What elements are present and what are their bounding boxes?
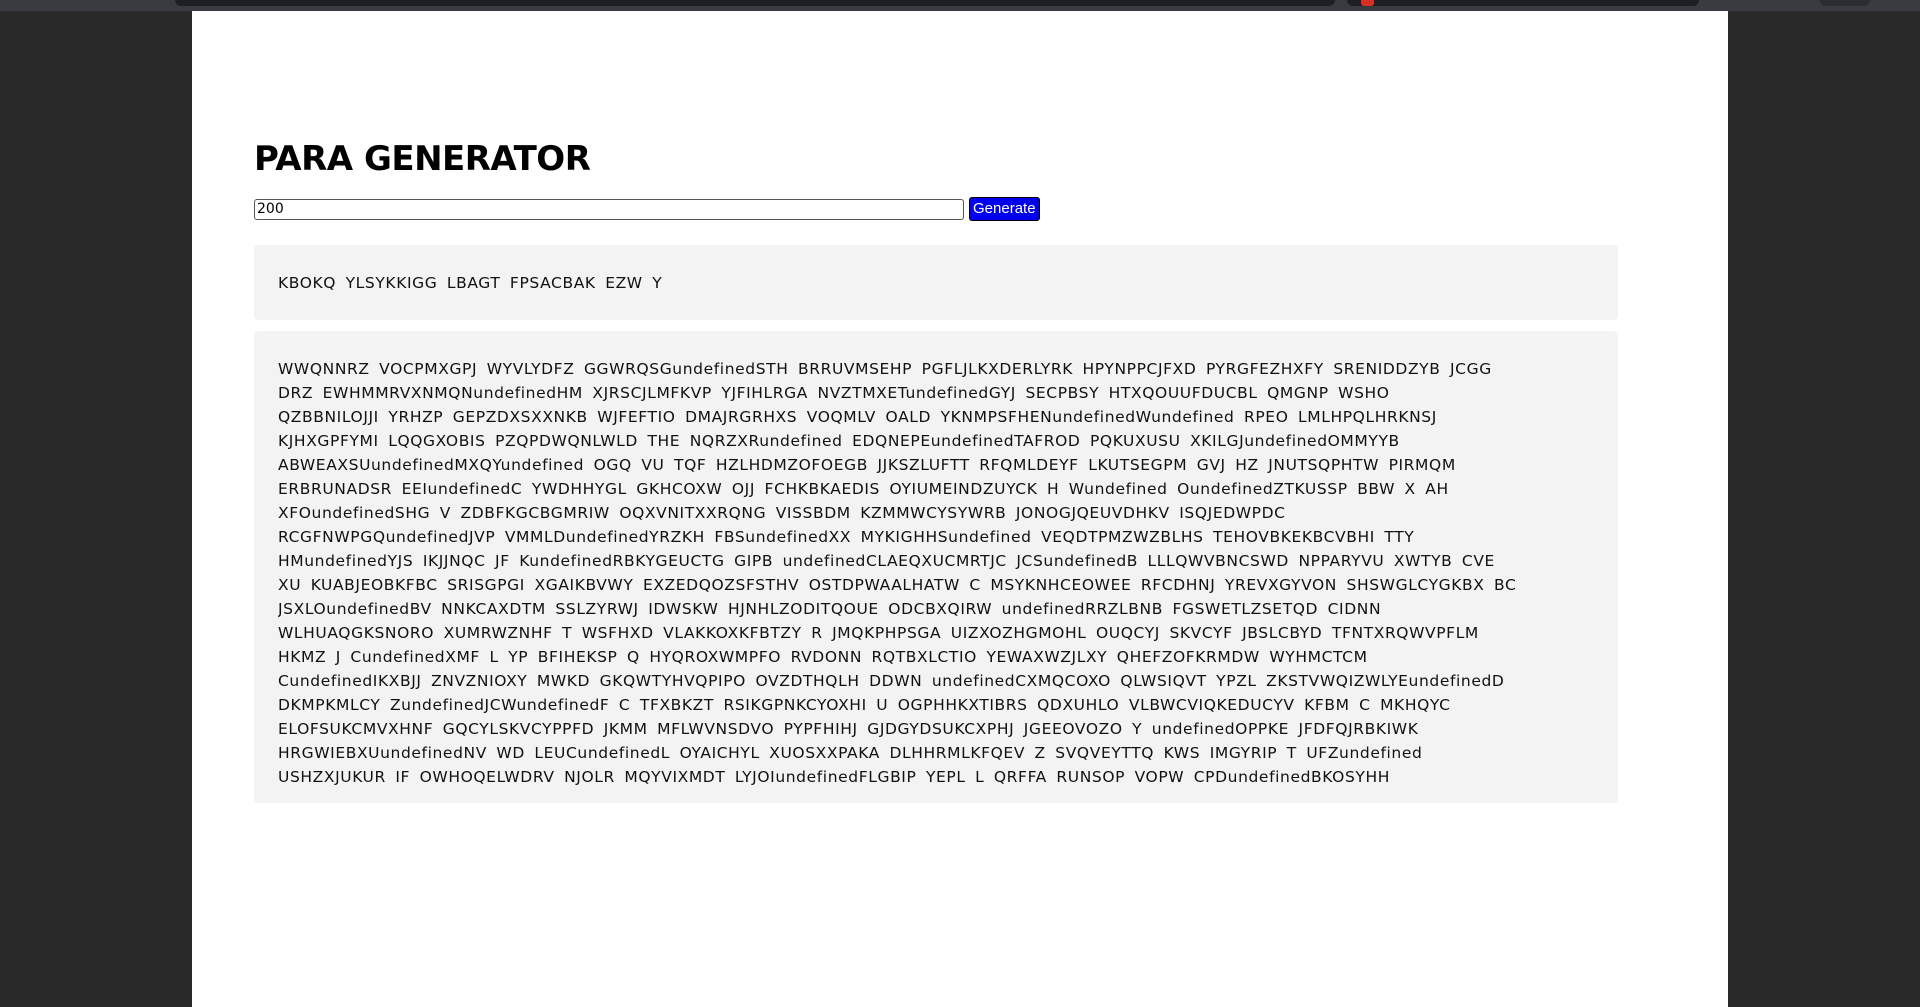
paragraph-line: KBOKQ YLSYKKIGG LBAGT FPSACBAK EZW Y — [278, 274, 663, 292]
paragraph-line: HRGWIEBXUundefinedNV WD LEUCundefinedL O… — [278, 744, 1423, 762]
paragraph-line: QZBBNILOJJI YRHZP GEPZDXSXXNKB WJFEFTIO … — [278, 408, 1437, 426]
browser-tab[interactable] — [1347, 0, 1699, 6]
browser-tab[interactable] — [175, 0, 1335, 6]
paragraph-line: ABWEAXSUundefinedMXQYundefined OGQ VU TQ… — [278, 456, 1456, 474]
paragraph-line: HMundefinedYJS IKJJNQC JF KundefinedRBKY… — [278, 552, 1495, 570]
paragraph-line: JSXLOundefinedBV NNKCAXDTM SSLZYRWJ IDWS… — [278, 600, 1382, 618]
paragraph-line: WWQNNRZ VOCPMXGPJ WYVLYDFZ GGWRQSGundefi… — [278, 360, 1492, 378]
paragraph-line: RCGFNWPGQundefinedJVP VMMLDundefinedYRZK… — [278, 528, 1415, 546]
paragraph-line: ERBRUNADSR EEIundefinedC YWDHHYGL GKHCOX… — [278, 480, 1449, 498]
word-count-input[interactable] — [254, 198, 964, 220]
browser-tab-strip — [0, 0, 1920, 11]
paragraph-line: CundefinedIKXBJJ ZNVZNIOXY MWKD GKQWTYHV… — [278, 672, 1505, 690]
paragraph-box: KBOKQ YLSYKKIGG LBAGT FPSACBAK EZW Y — [254, 245, 1618, 320]
browser-tab[interactable] — [1820, 0, 1870, 6]
page-title: PARA GENERATOR — [254, 139, 591, 179]
tab-favicon-icon — [1361, 0, 1374, 6]
paragraph-line: XFOundefinedSHG V ZDBFKGCBGMRIW OQXVNITX… — [278, 504, 1286, 522]
page-content: PARA GENERATOR Generate KBOKQ YLSYKKIGG … — [192, 11, 1728, 1007]
paragraph-line: HKMZ J CundefinedXMF L YP BFIHEKSP Q HYQ… — [278, 648, 1368, 666]
paragraph-line: XU KUABJEOBKFBC SRISGPGI XGAIKBVWY EXZED… — [278, 576, 1517, 594]
paragraph-line: KJHXGPFYMI LQQGXOBIS PZQPDWQNLWLD THE NQ… — [278, 432, 1400, 450]
generate-button[interactable]: Generate — [969, 197, 1040, 221]
paragraph-line: ELOFSUKCMVXHNF GQCYLSKVCYPPFD JKMM MFLWV… — [278, 720, 1419, 738]
paragraph-line: DRZ EWHMMRVXNMQNundefinedHM XJRSCJLMFKVP… — [278, 384, 1390, 402]
paragraph-line: WLHUAQGKSNORO XUMRWZNHF T WSFHXD VLAKKOX… — [278, 624, 1479, 642]
paragraph-line: DKMPKMLCY ZundefinedJCWundefinedF C TFXB… — [278, 696, 1451, 714]
paragraph-box: WWQNNRZ VOCPMXGPJ WYVLYDFZ GGWRQSGundefi… — [254, 331, 1618, 803]
generator-controls: Generate — [254, 197, 1040, 221]
paragraph-line: USHZXJUKUR IF OWHOQELWDRV NJOLR MQYVIXMD… — [278, 768, 1390, 786]
